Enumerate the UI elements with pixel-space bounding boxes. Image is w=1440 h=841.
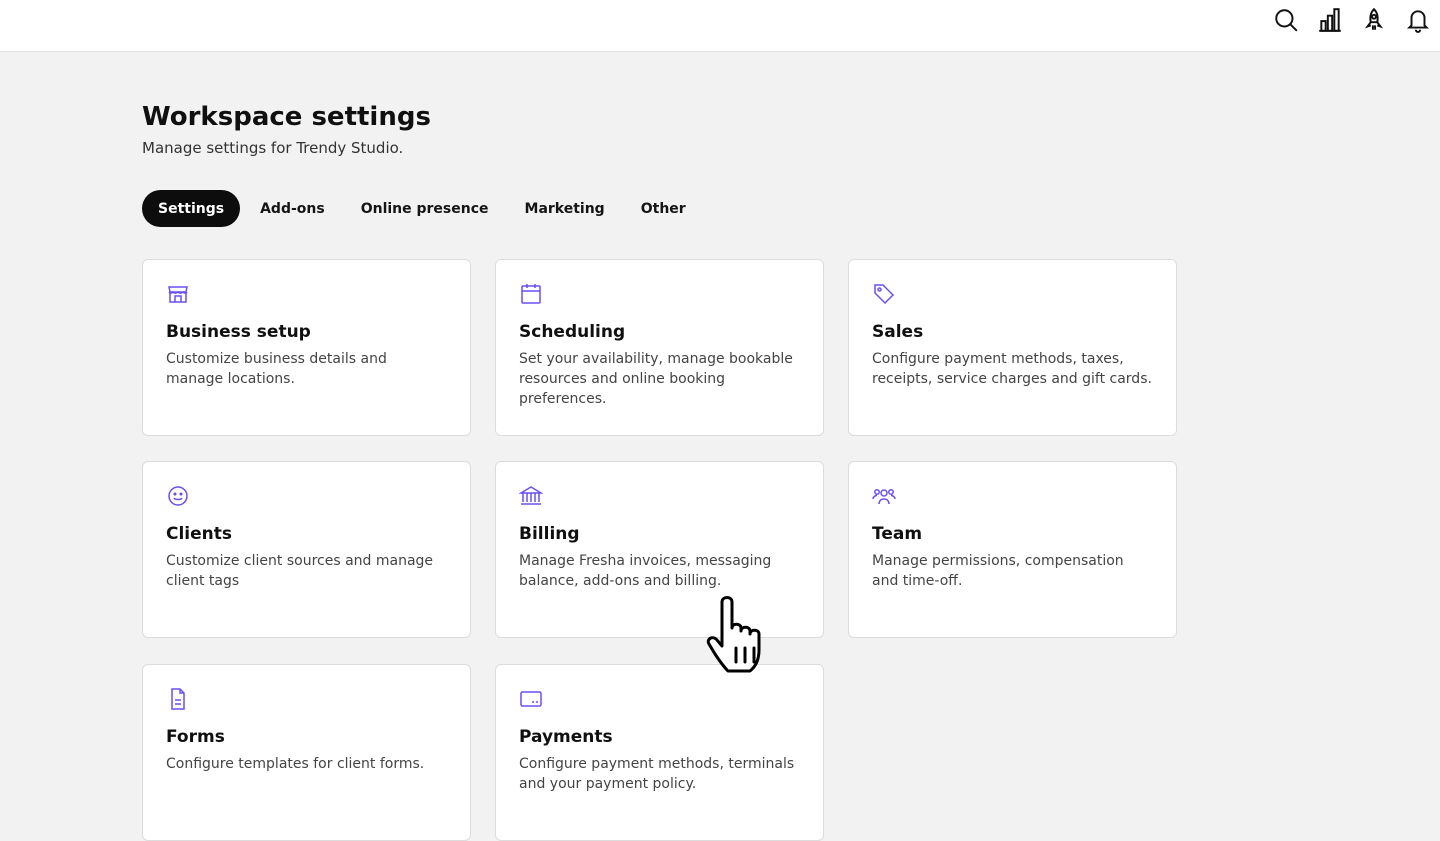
store-icon xyxy=(166,282,190,306)
tab-settings[interactable]: Settings xyxy=(142,190,241,227)
card-description: Manage permissions, compensation and tim… xyxy=(872,553,1124,589)
card-description: Set your availability, manage bookable r… xyxy=(519,351,793,407)
top-icons xyxy=(1264,0,1440,40)
tab-online-presence[interactable]: Online presence xyxy=(345,190,505,227)
card-team[interactable]: Team Manage permissions, compensation an… xyxy=(848,461,1177,638)
search-icon[interactable] xyxy=(1264,0,1308,40)
calendar-icon xyxy=(519,282,543,306)
card-title: Scheduling xyxy=(519,322,626,342)
rocket-icon[interactable] xyxy=(1352,0,1396,40)
bank-icon xyxy=(518,484,544,508)
card-title: Payments xyxy=(519,727,613,747)
card-clients[interactable]: Clients Customize client sources and man… xyxy=(142,461,471,638)
card-description: Manage Fresha invoices, messaging balanc… xyxy=(519,553,772,589)
card-title: Business setup xyxy=(166,322,311,342)
tab-marketing[interactable]: Marketing xyxy=(509,190,621,227)
card-description: Configure templates for client forms. xyxy=(166,756,425,772)
page-subtitle: Manage settings for Trendy Studio. xyxy=(142,139,404,157)
card-payments[interactable]: Payments Configure payment methods, term… xyxy=(495,664,824,841)
document-icon xyxy=(166,687,190,711)
page-header: Workspace settings Manage settings for T… xyxy=(142,100,431,158)
card-icon xyxy=(519,687,543,711)
team-icon xyxy=(872,484,896,508)
card-title: Billing xyxy=(519,524,580,544)
top-bar xyxy=(0,0,1440,52)
card-description: Customize business details and manage lo… xyxy=(166,351,387,387)
card-forms[interactable]: Forms Configure templates for client for… xyxy=(142,664,471,841)
card-title: Team xyxy=(872,524,923,544)
card-sales[interactable]: Sales Configure payment methods, taxes, … xyxy=(848,259,1177,436)
smiley-icon xyxy=(166,484,190,508)
tab-add-ons[interactable]: Add-ons xyxy=(244,190,341,227)
page-title: Workspace settings xyxy=(142,102,431,132)
card-title: Forms xyxy=(166,727,225,747)
tab-other[interactable]: Other xyxy=(625,190,702,227)
card-description: Configure payment methods, taxes, receip… xyxy=(872,351,1152,387)
bell-icon[interactable] xyxy=(1396,0,1440,40)
tab-bar: Settings Add-ons Online presence Marketi… xyxy=(142,190,702,227)
card-description: Customize client sources and manage clie… xyxy=(166,553,434,589)
tag-icon xyxy=(872,282,896,306)
analytics-icon[interactable] xyxy=(1308,0,1352,40)
hand-cursor-icon xyxy=(700,592,780,676)
card-title: Sales xyxy=(872,322,924,342)
card-scheduling[interactable]: Scheduling Set your availability, manage… xyxy=(495,259,824,436)
card-title: Clients xyxy=(166,524,233,544)
card-description: Configure payment methods, terminals and… xyxy=(519,756,795,792)
card-business-setup[interactable]: Business setup Customize business detail… xyxy=(142,259,471,436)
